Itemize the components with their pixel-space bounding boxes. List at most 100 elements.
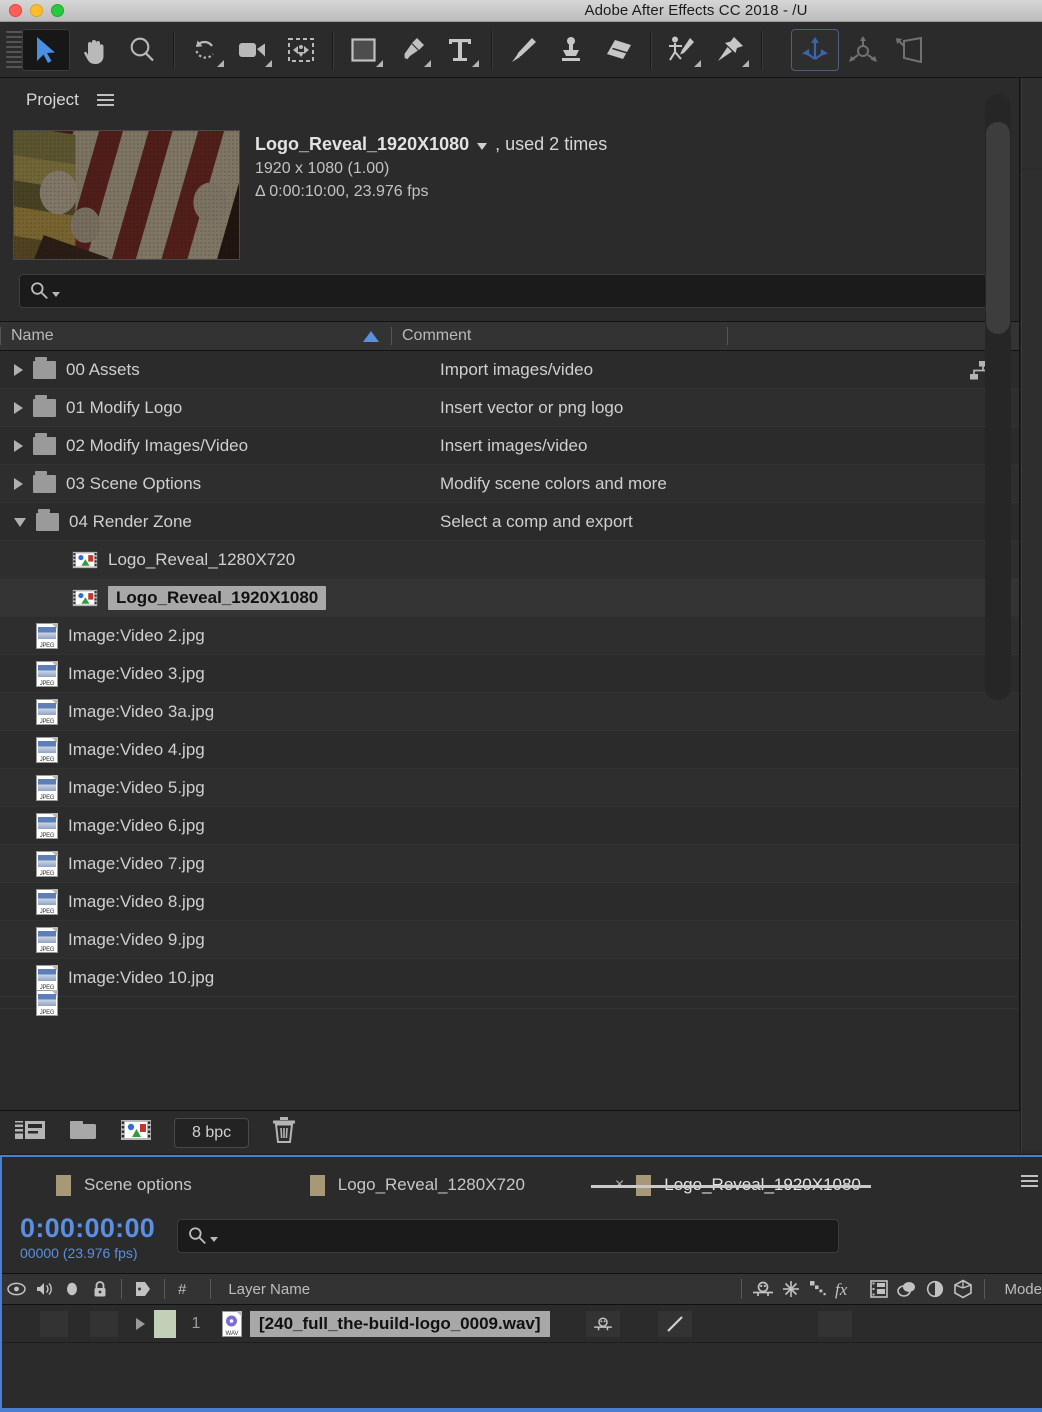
- pen-tool[interactable]: [388, 29, 436, 71]
- zoom-tool[interactable]: [118, 29, 166, 71]
- row-name[interactable]: Image:Video 6.jpg: [68, 816, 205, 836]
- audio-switch[interactable]: [90, 1310, 118, 1337]
- layer-motion-blur-switch[interactable]: [657, 1310, 692, 1337]
- column-comment[interactable]: Comment: [392, 327, 727, 345]
- row-name[interactable]: Image:Video 9.jpg: [68, 930, 205, 950]
- type-tool[interactable]: [436, 29, 484, 71]
- delete-icon[interactable]: [271, 1116, 297, 1149]
- unified-camera-tool[interactable]: [791, 28, 839, 71]
- row-name[interactable]: Image:Video 4.jpg: [68, 740, 205, 760]
- project-row[interactable]: JPEG Image:Video 6.jpg: [0, 807, 1019, 845]
- project-row[interactable]: 01 Modify Logo Insert vector or png logo: [0, 389, 1019, 427]
- disclosure-triangle[interactable]: [14, 518, 26, 527]
- row-name[interactable]: Image:Video 3a.jpg: [68, 702, 214, 722]
- motion-blur-icon[interactable]: [805, 1280, 833, 1298]
- row-name[interactable]: 02 Modify Images/Video: [66, 436, 248, 456]
- solo-icon[interactable]: [58, 1281, 86, 1297]
- timeline-layer-list[interactable]: 1 WAV [240_full_the-build-logo_0009.wav]: [2, 1305, 1042, 1343]
- project-row[interactable]: JPEG Image:Video 8.jpg: [0, 883, 1019, 921]
- row-name[interactable]: Image:Video 3.jpg: [68, 664, 205, 684]
- disclosure-triangle[interactable]: [14, 477, 23, 490]
- project-row[interactable]: 03 Scene Options Modify scene colors and …: [0, 465, 1019, 503]
- item-name[interactable]: Logo_Reveal_1920X1080: [255, 134, 469, 155]
- track-camera-tool[interactable]: [887, 29, 935, 71]
- column-name[interactable]: Name: [1, 327, 391, 345]
- row-name[interactable]: 00 Assets: [66, 360, 140, 380]
- project-row[interactable]: JPEG Image:Video 9.jpg: [0, 921, 1019, 959]
- 3d-layer-icon[interactable]: [949, 1279, 977, 1299]
- project-row[interactable]: JPEG Image:Video 2.jpg: [0, 617, 1019, 655]
- project-row[interactable]: JPEG Image:Video 3.jpg: [0, 655, 1019, 693]
- timeline-tab[interactable]: Scene options: [46, 1174, 202, 1196]
- lock-icon[interactable]: [86, 1280, 114, 1298]
- row-comment[interactable]: Import images/video: [440, 360, 593, 380]
- project-row[interactable]: JPEG Image:Video 5.jpg: [0, 769, 1019, 807]
- new-folder-icon[interactable]: [68, 1118, 98, 1147]
- eraser-tool[interactable]: [595, 29, 643, 71]
- row-name[interactable]: Image:Video 10.jpg: [68, 968, 214, 988]
- pan-behind-tool[interactable]: [277, 29, 325, 71]
- speaker-icon[interactable]: [30, 1281, 58, 1297]
- timeline-tab-bar[interactable]: Scene options Logo_Reveal_1280X720 × Logo…: [2, 1157, 1042, 1213]
- selection-tool[interactable]: [22, 28, 70, 71]
- project-row[interactable]: JPEG Image:Video 3a.jpg: [0, 693, 1019, 731]
- clone-stamp-tool[interactable]: [547, 29, 595, 71]
- row-comment[interactable]: Modify scene colors and more: [440, 474, 667, 494]
- row-name[interactable]: Image:Video 8.jpg: [68, 892, 205, 912]
- fx-icon[interactable]: fx: [833, 1279, 865, 1299]
- timeline-panel-menu-icon[interactable]: [1021, 1175, 1038, 1187]
- row-name[interactable]: Logo_Reveal_1280X720: [108, 550, 295, 570]
- timeline-search-input[interactable]: [177, 1219, 840, 1253]
- row-name[interactable]: 01 Modify Logo: [66, 398, 182, 418]
- row-name[interactable]: Logo_Reveal_1920X1080: [108, 585, 327, 610]
- row-name[interactable]: 03 Scene Options: [66, 474, 201, 494]
- timeline-tab[interactable]: Logo_Reveal_1920X1080: [626, 1174, 871, 1196]
- current-time-block[interactable]: 0:00:00:00 00000 (23.976 fps): [20, 1213, 155, 1261]
- timeline-tab[interactable]: Logo_Reveal_1280X720: [300, 1174, 535, 1196]
- shy-icon[interactable]: [893, 1280, 921, 1298]
- row-name[interactable]: Image:Video 2.jpg: [68, 626, 205, 646]
- video-switch[interactable]: [40, 1310, 68, 1337]
- row-name[interactable]: 04 Render Zone: [69, 512, 192, 532]
- project-row[interactable]: JPEG Image:Video 10.jpg: [0, 959, 1019, 997]
- layer-name[interactable]: [240_full_the-build-logo_0009.wav]: [250, 1310, 550, 1337]
- project-row[interactable]: 04 Render Zone Select a comp and export: [0, 503, 1019, 541]
- rotation-tool[interactable]: [181, 29, 229, 71]
- parent-icon[interactable]: [749, 1280, 777, 1298]
- layer-color-chip[interactable]: [154, 1309, 176, 1338]
- row-comment[interactable]: Select a comp and export: [440, 512, 633, 532]
- puppet-pin-tool[interactable]: [706, 29, 754, 71]
- row-name[interactable]: Image:Video 5.jpg: [68, 778, 205, 798]
- eye-icon[interactable]: [2, 1282, 30, 1296]
- bit-depth-button[interactable]: 8 bpc: [174, 1117, 250, 1148]
- roto-brush-tool[interactable]: [658, 29, 706, 71]
- frame-blend-icon[interactable]: [865, 1280, 893, 1298]
- disclosure-triangle[interactable]: [14, 363, 23, 376]
- project-item-list[interactable]: 00 Assets Import images/video 01 Modify L…: [0, 351, 1019, 1017]
- sun-icon[interactable]: [777, 1280, 805, 1298]
- orbit-tool[interactable]: [839, 29, 887, 71]
- sort-ascending-icon[interactable]: [363, 330, 379, 342]
- scrollbar-thumb[interactable]: [986, 122, 1010, 334]
- comp-icon[interactable]: [120, 1118, 152, 1147]
- project-row-partial[interactable]: JPEG: [0, 989, 1019, 1016]
- current-time[interactable]: 0:00:00:00: [20, 1213, 155, 1243]
- project-row[interactable]: Logo_Reveal_1920X1080: [0, 579, 1019, 617]
- adjustment-icon[interactable]: [921, 1280, 949, 1298]
- row-comment[interactable]: Insert images/video: [440, 436, 587, 456]
- hand-tool[interactable]: [70, 29, 118, 71]
- row-comment[interactable]: Insert vector or png logo: [440, 398, 623, 418]
- project-row[interactable]: JPEG Image:Video 7.jpg: [0, 845, 1019, 883]
- toolbar-grip[interactable]: [6, 30, 22, 70]
- project-row[interactable]: 02 Modify Images/Video Insert images/vide…: [0, 427, 1019, 465]
- timeline-layer-row[interactable]: 1 WAV [240_full_the-build-logo_0009.wav]: [2, 1305, 1042, 1343]
- new-comp-icon[interactable]: [14, 1117, 46, 1148]
- camera-tool[interactable]: [229, 29, 277, 71]
- project-vertical-scrollbar[interactable]: [985, 94, 1011, 700]
- layer-parent-switch[interactable]: [585, 1310, 620, 1337]
- disclosure-triangle[interactable]: [14, 401, 23, 414]
- project-row[interactable]: 00 Assets Import images/video: [0, 351, 1019, 389]
- brush-tool[interactable]: [499, 29, 547, 71]
- shape-tool[interactable]: [340, 29, 388, 71]
- panel-menu-icon[interactable]: [96, 94, 114, 106]
